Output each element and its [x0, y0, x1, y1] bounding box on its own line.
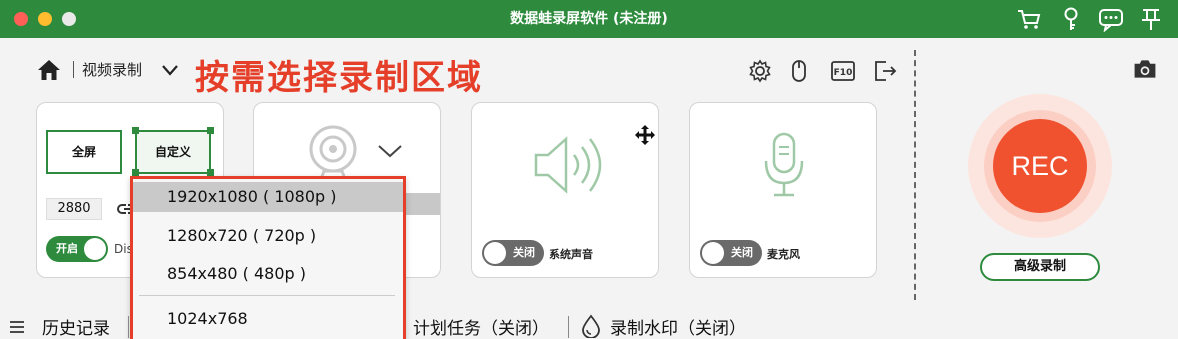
- area-toggle[interactable]: 开启: [46, 236, 108, 262]
- list-icon[interactable]: [8, 318, 26, 336]
- microphone-icon[interactable]: [760, 131, 808, 201]
- window-title: 数据蛙录屏软件 (未注册): [510, 11, 668, 27]
- key-icon[interactable]: [1058, 6, 1084, 32]
- move-icon[interactable]: [634, 124, 656, 146]
- custom-area-button[interactable]: 自定义: [135, 130, 211, 174]
- toggle-label: 关闭: [731, 246, 753, 259]
- mode-selector[interactable]: 视频录制: [82, 59, 142, 80]
- resize-handle[interactable]: [207, 169, 214, 176]
- resize-handle[interactable]: [132, 169, 139, 176]
- annotation-text: 按需选择录制区域: [195, 58, 483, 98]
- resolution-option[interactable]: 1280x720 ( 720p ): [133, 221, 403, 251]
- bottom-separator: [568, 316, 569, 338]
- resolution-dropdown: 1920x1080 ( 1080p ) 1280x720 ( 720p ) 85…: [130, 176, 406, 339]
- schedule-button[interactable]: 计划任务（关闭）: [413, 314, 549, 339]
- fn-icon[interactable]: F10: [830, 58, 856, 84]
- chat-icon[interactable]: [1098, 6, 1124, 33]
- resolution-option[interactable]: 1920x1080 ( 1080p ): [133, 182, 403, 212]
- chevron-down-icon[interactable]: [160, 62, 180, 78]
- camera-icon[interactable]: [1132, 56, 1162, 82]
- microphone-panel: 关闭 麦克风: [689, 102, 877, 278]
- home-icon[interactable]: [36, 58, 62, 82]
- rec-button[interactable]: REC: [993, 119, 1087, 213]
- toggle-label: 开启: [56, 242, 78, 255]
- toggle-label: 关闭: [513, 246, 535, 259]
- app-window: 数据蛙录屏软件 (未注册) 视频录制 按需选择录制区域 F10 全屏 自定义 2…: [0, 0, 1178, 339]
- fullscreen-button[interactable]: 全屏: [46, 130, 122, 174]
- settings-icon[interactable]: [747, 58, 773, 84]
- toggle-knob: [484, 242, 506, 264]
- bottom-separator: [128, 316, 129, 338]
- toolbar-separator: [73, 61, 74, 78]
- microphone-label: 麦克风: [767, 248, 800, 261]
- pin-icon[interactable]: [1138, 6, 1164, 32]
- title-bar: 数据蛙录屏软件 (未注册): [0, 0, 1178, 38]
- webcam-toggle-track: [404, 193, 440, 215]
- resize-handle[interactable]: [132, 127, 139, 134]
- toggle-knob: [702, 242, 724, 264]
- system-audio-toggle[interactable]: 关闭: [482, 240, 544, 266]
- system-audio-panel: 关闭 系统声音: [471, 102, 659, 278]
- toggle-knob: [84, 238, 106, 260]
- advanced-record-button[interactable]: 高级录制: [980, 253, 1100, 281]
- system-audio-label: 系统声音: [549, 248, 593, 261]
- mouse-icon[interactable]: [786, 58, 812, 84]
- svg-text:F10: F10: [834, 68, 853, 78]
- chevron-down-icon[interactable]: [376, 141, 404, 161]
- history-button[interactable]: 历史记录: [42, 314, 110, 339]
- microphone-toggle[interactable]: 关闭: [700, 240, 762, 266]
- cart-icon[interactable]: [1016, 6, 1042, 32]
- dropdown-separator: [139, 295, 395, 296]
- resolution-option[interactable]: 854x480 ( 480p ): [133, 259, 403, 289]
- exit-icon[interactable]: [872, 58, 898, 84]
- speaker-icon[interactable]: [530, 133, 604, 197]
- resolution-option[interactable]: 1024x768: [133, 304, 403, 334]
- resize-handle[interactable]: [207, 127, 214, 134]
- section-divider: [914, 50, 916, 300]
- width-input[interactable]: 2880: [46, 198, 102, 220]
- watermark-icon[interactable]: [581, 314, 601, 339]
- watermark-button[interactable]: 录制水印（关闭）: [610, 314, 746, 339]
